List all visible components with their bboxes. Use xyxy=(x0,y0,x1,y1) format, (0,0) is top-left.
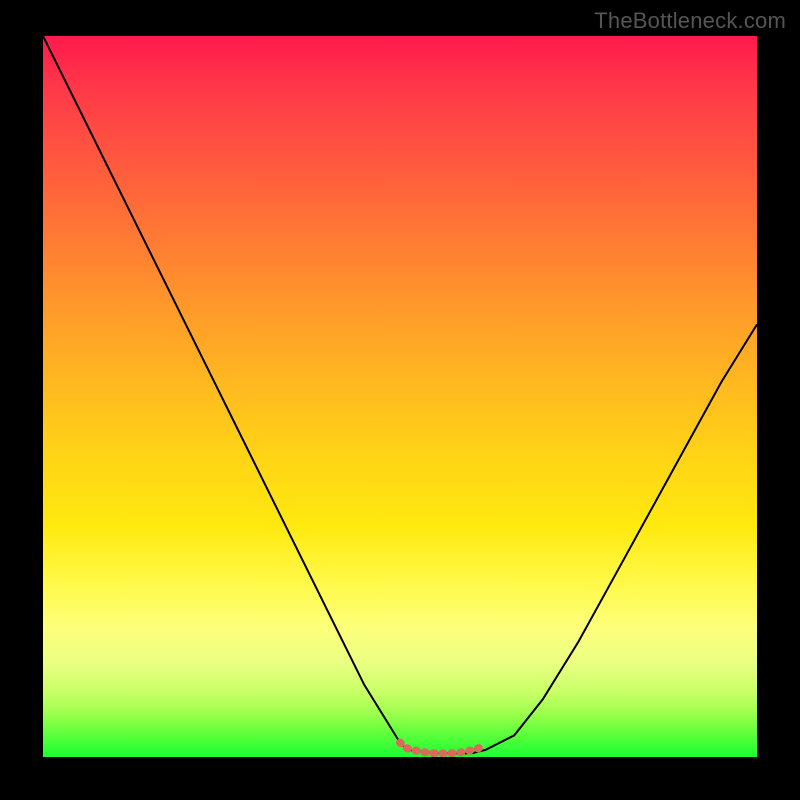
bottleneck-curve xyxy=(43,36,757,753)
highlight-minimum xyxy=(400,743,486,754)
curve-layer xyxy=(43,36,757,757)
watermark-text: TheBottleneck.com xyxy=(594,8,786,34)
plot-area xyxy=(43,36,757,757)
chart-frame: TheBottleneck.com xyxy=(0,0,800,800)
